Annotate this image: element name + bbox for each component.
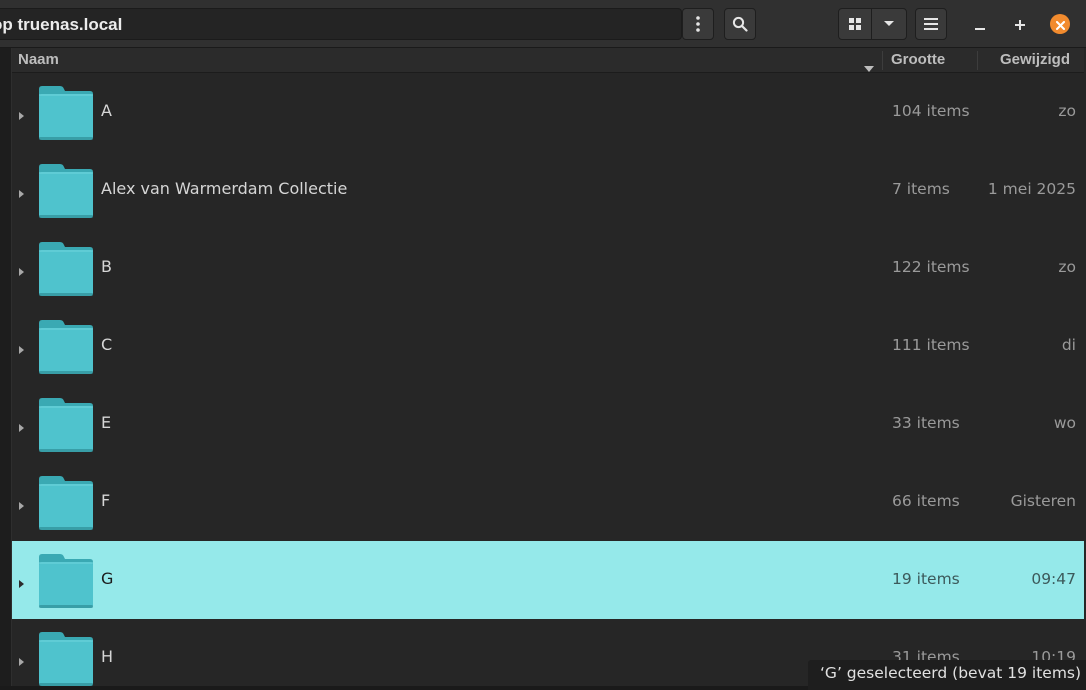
folder-modified: di bbox=[1061, 336, 1076, 354]
folder-row[interactable]: Alex van Warmerdam Collectie 7 items 1 mei… bbox=[12, 151, 1084, 229]
folder-name: Alex van Warmerdam Collectie bbox=[101, 179, 348, 198]
location-menu-button[interactable] bbox=[682, 8, 714, 40]
header-bar: op truenas.local bbox=[0, 0, 1086, 48]
column-separator[interactable] bbox=[882, 51, 883, 70]
search-button[interactable] bbox=[724, 8, 756, 40]
folder-icon bbox=[38, 553, 94, 609]
list-menu-icon bbox=[924, 18, 938, 30]
folder-modified: 1 mei 2025 bbox=[987, 180, 1076, 198]
folder-name: F bbox=[101, 491, 111, 510]
folder-size: 111 items bbox=[892, 336, 970, 354]
folder-modified: zo bbox=[1058, 102, 1076, 120]
folder-row[interactable]: C 111 items di bbox=[12, 307, 1084, 385]
folder-icon bbox=[38, 85, 94, 141]
triangle-right-icon[interactable] bbox=[18, 496, 25, 515]
folder-row[interactable]: F 66 items Gisteren bbox=[12, 463, 1084, 541]
kebab-icon bbox=[696, 16, 700, 32]
column-header-name[interactable]: Naam bbox=[18, 51, 59, 68]
column-header-size[interactable]: Grootte bbox=[891, 51, 945, 68]
triangle-right-icon[interactable] bbox=[18, 340, 25, 359]
triangle-right-icon[interactable] bbox=[18, 652, 25, 671]
folder-modified: zo bbox=[1058, 258, 1076, 276]
folder-size: 33 items bbox=[892, 414, 960, 432]
folder-name: G bbox=[101, 569, 114, 588]
column-header-modified[interactable]: Gewijzigd bbox=[1000, 51, 1070, 68]
folder-row[interactable]: G 19 items 09:47 bbox=[12, 541, 1084, 619]
folder-icon bbox=[38, 475, 94, 531]
main-menu-button[interactable] bbox=[915, 8, 947, 40]
folder-icon bbox=[38, 163, 94, 219]
folder-row[interactable]: E 33 items wo bbox=[12, 385, 1084, 463]
triangle-right-icon[interactable] bbox=[18, 262, 25, 281]
location-bar[interactable]: op truenas.local bbox=[0, 8, 682, 40]
folder-size: 19 items bbox=[892, 570, 960, 588]
folder-modified: 09:47 bbox=[1031, 570, 1076, 588]
triangle-right-icon[interactable] bbox=[18, 418, 25, 437]
view-options-dropdown[interactable] bbox=[871, 8, 907, 40]
folder-modified: Gisteren bbox=[1010, 492, 1076, 510]
grid-view-button[interactable] bbox=[838, 8, 872, 40]
chevron-down-icon bbox=[883, 20, 895, 28]
maximize-button[interactable] bbox=[1010, 14, 1030, 34]
grid-view-icon bbox=[849, 18, 861, 30]
folder-modified: wo bbox=[1053, 414, 1076, 432]
folder-size: 104 items bbox=[892, 102, 970, 120]
folder-icon bbox=[38, 241, 94, 297]
folder-name: E bbox=[101, 413, 112, 432]
folder-icon bbox=[38, 397, 94, 453]
folder-icon bbox=[38, 319, 94, 375]
folder-name: H bbox=[101, 647, 114, 666]
folder-icon bbox=[38, 631, 94, 687]
close-button[interactable] bbox=[1050, 14, 1070, 34]
folder-row[interactable]: A 104 items zo bbox=[12, 73, 1084, 151]
search-icon bbox=[732, 16, 748, 32]
close-icon bbox=[1055, 15, 1065, 34]
column-header-bar: Naam Grootte Gewijzigd bbox=[12, 48, 1084, 73]
minimize-icon bbox=[975, 15, 985, 34]
desktop-background-strip bbox=[0, 686, 808, 690]
minimize-button[interactable] bbox=[970, 14, 990, 34]
folder-size: 122 items bbox=[892, 258, 970, 276]
folder-name: B bbox=[101, 257, 112, 276]
folder-name: C bbox=[101, 335, 113, 354]
location-path[interactable]: op truenas.local bbox=[0, 15, 122, 35]
column-separator[interactable] bbox=[977, 51, 978, 70]
maximize-icon bbox=[1015, 15, 1025, 34]
folder-row[interactable]: B 122 items zo bbox=[12, 229, 1084, 307]
file-list: A 104 items zo Alex van Warmerdam Collectie… bbox=[12, 73, 1084, 690]
status-overlay: ‘G’ geselecteerd (bevat 19 items) bbox=[808, 660, 1086, 690]
triangle-right-icon[interactable] bbox=[18, 106, 25, 125]
triangle-right-icon[interactable] bbox=[18, 574, 25, 593]
triangle-right-icon[interactable] bbox=[18, 184, 25, 203]
folder-name: A bbox=[101, 101, 112, 120]
file-manager-window: op truenas.local Naam Grootte Gewijzigd … bbox=[0, 0, 1086, 690]
folder-size: 7 items bbox=[892, 180, 950, 198]
folder-size: 66 items bbox=[892, 492, 960, 510]
